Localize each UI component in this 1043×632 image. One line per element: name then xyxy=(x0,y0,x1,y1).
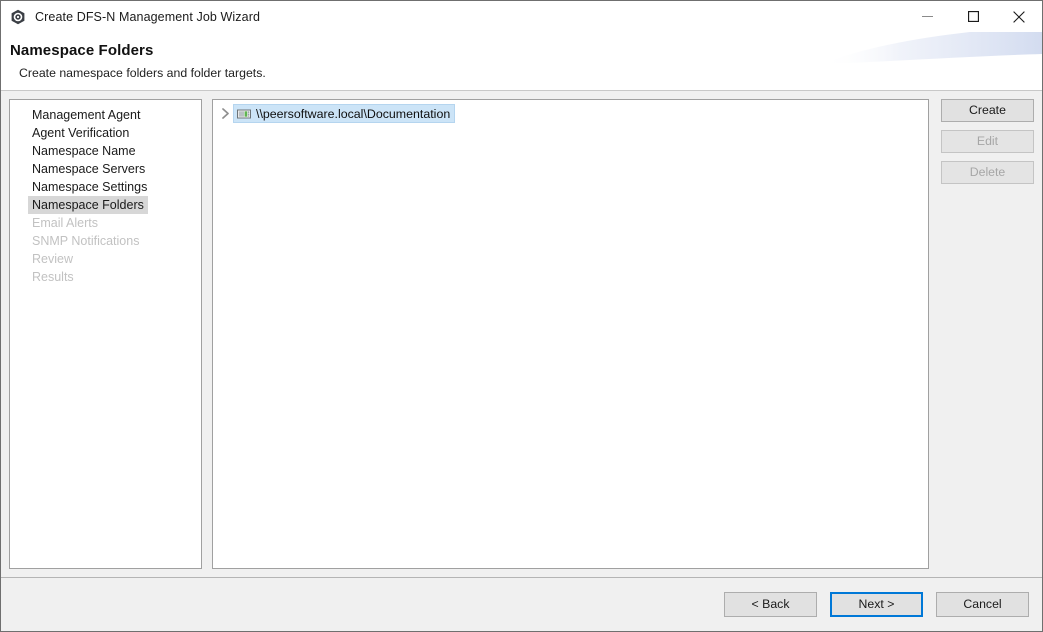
folder-actions: Create Edit Delete xyxy=(929,99,1034,569)
sidebar-row: Results xyxy=(10,268,201,286)
sidebar-row: Agent Verification xyxy=(10,124,201,142)
title-bar: Create DFS-N Management Job Wizard xyxy=(1,1,1042,32)
close-icon xyxy=(1013,10,1025,23)
window-title: Create DFS-N Management Job Wizard xyxy=(35,9,261,24)
window-controls xyxy=(904,1,1042,32)
sidebar-row: Email Alerts xyxy=(10,214,201,232)
sidebar-item-management-agent[interactable]: Management Agent xyxy=(28,106,144,124)
tree-row[interactable]: \\peersoftware.local\Documentation xyxy=(213,104,928,123)
back-button[interactable]: < Back xyxy=(724,592,817,617)
tree-node-selected[interactable]: \\peersoftware.local\Documentation xyxy=(233,104,456,123)
sidebar-item-results: Results xyxy=(32,270,74,284)
sidebar-item-review: Review xyxy=(32,252,73,266)
wizard-body: Management Agent Agent Verification Name… xyxy=(1,91,1042,577)
delete-button: Delete xyxy=(941,161,1034,184)
sidebar-item-email-alerts: Email Alerts xyxy=(32,216,98,230)
sidebar-item-namespace-servers[interactable]: Namespace Servers xyxy=(28,160,149,178)
maximize-button[interactable] xyxy=(950,1,996,32)
sidebar-item-namespace-folders[interactable]: Namespace Folders xyxy=(28,196,148,214)
minimize-icon xyxy=(921,16,933,17)
sidebar-row: Review xyxy=(10,250,201,268)
sidebar-row: Namespace Name xyxy=(10,142,201,160)
sidebar-row: SNMP Notifications xyxy=(10,232,201,250)
sidebar-row: Namespace Servers xyxy=(10,160,201,178)
create-button[interactable]: Create xyxy=(941,99,1034,122)
wizard-window: Create DFS-N Management Job Wizard Names… xyxy=(0,0,1043,632)
sidebar-row: Namespace Folders xyxy=(10,196,201,214)
page-header: Namespace Folders Create namespace folde… xyxy=(1,32,1042,91)
page-subtitle: Create namespace folders and folder targ… xyxy=(19,66,266,80)
cancel-button[interactable]: Cancel xyxy=(936,592,1029,617)
sidebar-row: Management Agent xyxy=(10,106,201,124)
edit-button: Edit xyxy=(941,130,1034,153)
wizard-steps-sidebar: Management Agent Agent Verification Name… xyxy=(9,99,202,569)
minimize-button[interactable] xyxy=(904,1,950,32)
close-button[interactable] xyxy=(996,1,1042,32)
sidebar-item-snmp-notifications: SNMP Notifications xyxy=(32,234,140,248)
namespace-server-icon xyxy=(236,106,252,122)
maximize-icon xyxy=(967,11,979,22)
sidebar-row: Namespace Settings xyxy=(10,178,201,196)
page-title: Namespace Folders xyxy=(10,42,154,59)
chevron-right-icon[interactable] xyxy=(217,106,233,122)
sidebar-item-agent-verification[interactable]: Agent Verification xyxy=(28,124,133,142)
app-hexagon-icon xyxy=(10,9,26,25)
tree-node-label: \\peersoftware.local\Documentation xyxy=(256,106,451,121)
wizard-footer: < Back Next > Cancel xyxy=(1,577,1042,631)
content-column: \\peersoftware.local\Documentation Creat… xyxy=(202,99,1034,569)
next-button[interactable]: Next > xyxy=(830,592,923,617)
sidebar-item-namespace-name[interactable]: Namespace Name xyxy=(28,142,140,160)
sidebar-item-namespace-settings[interactable]: Namespace Settings xyxy=(28,178,151,196)
header-decoration-icon xyxy=(822,32,1042,64)
namespace-folders-tree[interactable]: \\peersoftware.local\Documentation xyxy=(212,99,929,569)
